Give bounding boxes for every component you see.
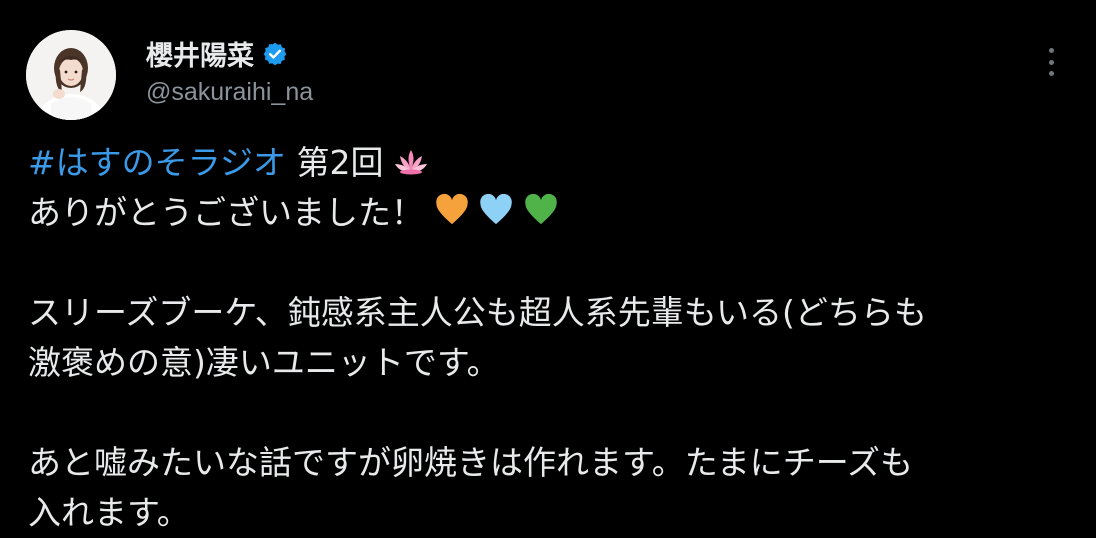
- lotus-emoji-icon: [394, 140, 428, 190]
- author-name-row: 櫻井陽菜: [146, 34, 288, 73]
- tweet-line: 入れます。: [28, 493, 190, 532]
- light-blue-heart-icon: [479, 190, 513, 240]
- tweet-line: 激褒めの意)凄いユニットです。: [28, 343, 500, 382]
- green-heart-icon: [524, 190, 558, 240]
- tweet-line: ありがとうございました！: [28, 188, 1078, 238]
- more-dot: [1048, 59, 1054, 65]
- orange-heart-icon: [435, 190, 469, 240]
- tweet-text: #はすのそラジオ 第2回 ありがとうございました！ スリーズブーケ、鈍感系主人公…: [28, 138, 1078, 538]
- more-dot: [1048, 71, 1054, 76]
- tweet-line: スリーズブーケ、鈍感系主人公も超人系先輩もいる(どちらも: [28, 293, 927, 332]
- tweet-line: #はすのそラジオ 第2回: [28, 138, 1078, 188]
- tweet-text-segment: 第2回: [286, 143, 384, 182]
- avatar[interactable]: [26, 30, 116, 120]
- profile-photo: [26, 30, 116, 120]
- author-name[interactable]: 櫻井陽菜: [146, 34, 254, 73]
- hashtag-link[interactable]: #はすのそラジオ: [28, 143, 286, 182]
- more-options-icon[interactable]: [1036, 44, 1066, 80]
- more-dot: [1048, 48, 1054, 53]
- author-handle[interactable]: @sakuraihi_na: [146, 78, 313, 107]
- verified-badge-icon: [262, 41, 288, 67]
- tweet-line: あと嘘みたいな話ですが卵焼きは作れます。たまにチーズも: [28, 443, 914, 482]
- tweet-text-segment: ありがとうございました！: [28, 193, 424, 232]
